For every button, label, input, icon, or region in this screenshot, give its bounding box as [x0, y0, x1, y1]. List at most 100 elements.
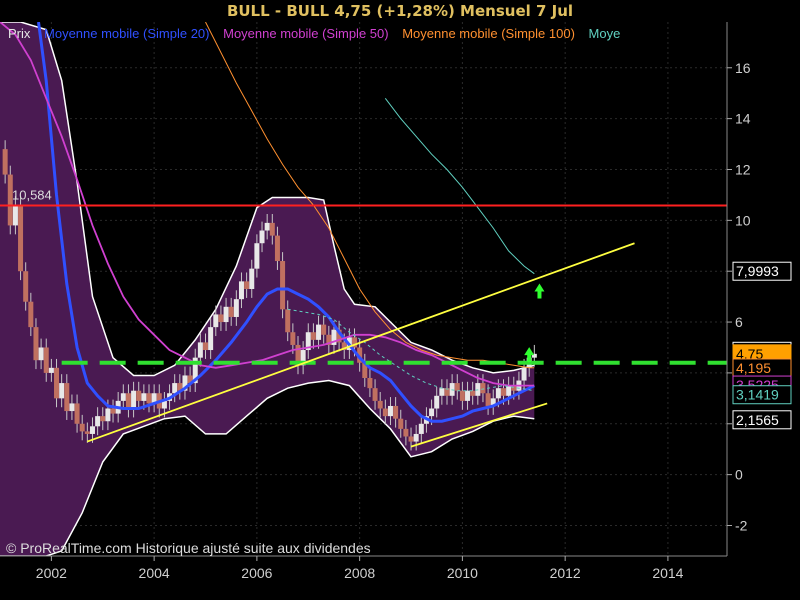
- candle-body: [28, 301, 34, 328]
- candle-body: [290, 332, 296, 345]
- candle-body: [321, 324, 327, 335]
- candle-body: [197, 342, 203, 358]
- candle-body: [434, 395, 440, 409]
- candle-body: [521, 367, 527, 381]
- legend: Prix Moyenne mobile (Simple 20) Moyenne …: [8, 26, 630, 41]
- candle-body: [408, 436, 414, 442]
- candle-body: [218, 314, 224, 323]
- candle-body: [480, 383, 486, 394]
- candle-body: [105, 408, 111, 422]
- candle-body: [18, 205, 24, 272]
- candle-body: [501, 388, 507, 396]
- candle-body: [64, 383, 70, 412]
- candle-body: [316, 324, 322, 340]
- candle-body: [131, 390, 137, 409]
- candle-body: [506, 385, 512, 396]
- candle-body: [120, 393, 126, 401]
- value-box-label: 4,195: [736, 360, 771, 376]
- legend-item-sma-extra: Moye: [588, 26, 621, 41]
- candle-body: [264, 222, 270, 231]
- chart-title: BULL - BULL 4,75 (+1,28%) Mensuel 7 Jul: [226, 2, 574, 20]
- candle-body: [110, 408, 116, 414]
- candle-body: [387, 405, 393, 417]
- candle-body: [84, 431, 90, 434]
- candle-body: [429, 408, 435, 417]
- candle-body: [274, 235, 280, 262]
- up-arrow-icon: [524, 347, 535, 363]
- candle-body: [59, 383, 65, 399]
- candle-body: [79, 423, 85, 432]
- candle-body: [12, 205, 18, 226]
- candle-body: [439, 388, 445, 396]
- y-tick-label: 16: [735, 60, 751, 76]
- candle-body: [74, 403, 80, 424]
- y-tick-label: 14: [735, 111, 751, 127]
- legend-item-sma100: Moyenne mobile (Simple 100): [402, 26, 575, 41]
- candle-body: [244, 281, 250, 289]
- candle-body: [249, 268, 255, 289]
- candle-body: [269, 222, 275, 236]
- candle-body: [280, 261, 286, 310]
- candle-body: [43, 347, 49, 373]
- x-tick-label: 2012: [550, 565, 581, 581]
- up-arrow-icon: [534, 283, 545, 299]
- candle-body: [146, 393, 152, 404]
- grid: [0, 22, 727, 556]
- y-tick-label: 12: [735, 161, 751, 177]
- candle-body: [203, 342, 209, 351]
- candle-body: [465, 390, 471, 401]
- candle-body: [285, 309, 291, 333]
- candle-body: [413, 433, 419, 442]
- candle-body: [23, 271, 29, 302]
- candle-body: [382, 408, 388, 417]
- candle-body: [485, 393, 491, 406]
- candle-body: [95, 416, 101, 427]
- candle-body: [310, 332, 316, 340]
- price-chart: 10,584 1614121086420-2200220042006200820…: [0, 22, 792, 581]
- x-tick-label: 2006: [241, 565, 272, 581]
- candle-body: [233, 299, 239, 317]
- candle-body: [470, 390, 476, 396]
- candle-body: [418, 423, 424, 434]
- trend-line-upper: [87, 242, 635, 443]
- candle-body: [367, 378, 373, 389]
- candle-body: [254, 243, 260, 269]
- candle-body: [259, 230, 265, 244]
- x-tick-label: 2014: [652, 565, 683, 581]
- candle-body: [393, 405, 399, 419]
- x-tick-label: 2010: [447, 565, 478, 581]
- candle-body: [213, 314, 219, 328]
- axes: 1614121086420-22002200420062008201020122…: [0, 22, 792, 581]
- y-tick-label: 0: [735, 467, 743, 483]
- candle-body: [54, 367, 60, 399]
- candle-body: [398, 418, 404, 429]
- candle-body: [238, 281, 244, 300]
- y-tick-label: 10: [735, 212, 751, 228]
- candle-body: [136, 390, 142, 401]
- resistance-label: 10,584: [12, 187, 52, 202]
- value-box-label: 7,9993: [736, 263, 779, 279]
- candle-body: [403, 428, 409, 437]
- candle-body: [100, 416, 106, 422]
- candle-body: [223, 306, 229, 323]
- candle-body: [69, 403, 75, 412]
- legend-item-sma20: Moyenne mobile (Simple 20): [44, 26, 210, 41]
- x-tick-label: 2008: [344, 565, 375, 581]
- x-tick-label: 2002: [36, 565, 67, 581]
- candle-body: [495, 388, 501, 399]
- y-tick-label: -2: [735, 517, 748, 533]
- y-tick-label: 6: [735, 314, 743, 330]
- candle-body: [208, 327, 214, 351]
- series-sma_long: [384, 97, 535, 275]
- x-tick-label: 2004: [139, 565, 170, 581]
- bollinger-band: [0, 22, 535, 556]
- footer-copyright: © ProRealTime.com Historique ajusté suit…: [6, 540, 371, 556]
- candle-body: [33, 327, 39, 361]
- candle-body: [38, 347, 44, 361]
- candle-body: [89, 426, 95, 434]
- candle-body: [372, 388, 378, 401]
- value-box-label: 3,1419: [736, 387, 779, 403]
- band-area: [0, 22, 535, 556]
- candle-body: [172, 383, 178, 394]
- legend-item-sma50: Moyenne mobile (Simple 50): [223, 26, 389, 41]
